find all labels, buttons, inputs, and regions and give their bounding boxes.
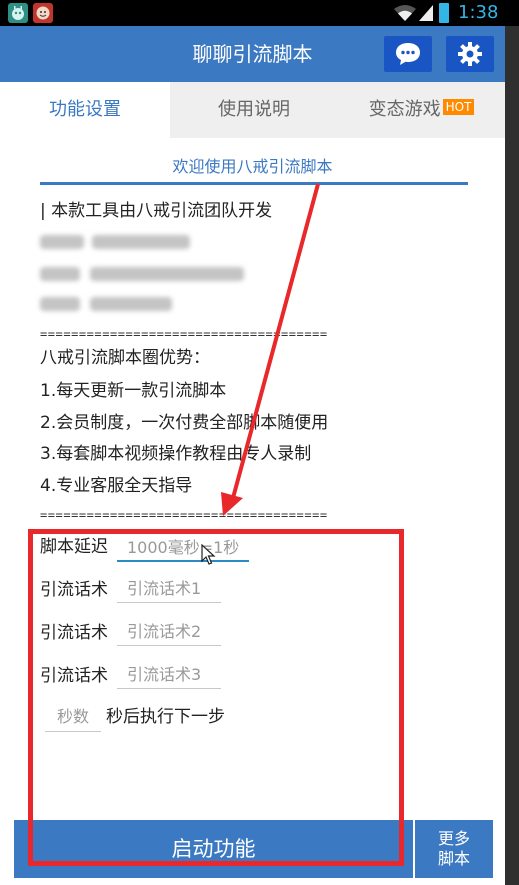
perks-title: 八戒引流脚本圈优势：	[40, 348, 210, 368]
tab-instructions[interactable]: 使用说明	[170, 82, 338, 138]
android-robot-icon	[8, 3, 28, 23]
more-scripts-button[interactable]: 更多脚本	[415, 820, 493, 878]
perk-item: 2.会员制度，一次付费全部脚本随便用	[40, 413, 329, 433]
credit-line: | 本款工具由八戒引流团队开发	[40, 201, 273, 221]
perk-item: 3.每套脚本视频操作教程由专人录制	[40, 444, 312, 464]
more-scripts-label: 更多脚本	[437, 829, 470, 868]
tab-games-label: 变态游戏	[368, 99, 441, 120]
title-bar: 聊聊引流脚本	[0, 26, 505, 82]
signal-icon	[419, 5, 433, 21]
screen-edge	[505, 26, 519, 885]
tab-games[interactable]: 变态游戏 HOT	[338, 82, 505, 138]
battery-icon	[439, 3, 449, 23]
divider-line: =====================================	[40, 508, 328, 522]
divider-line: =====================================	[40, 327, 328, 341]
gear-icon	[458, 42, 482, 66]
perk-item: 1.每天更新一款引流脚本	[40, 381, 227, 401]
tab-bar: 功能设置 使用说明 变态游戏 HOT	[0, 82, 505, 138]
settings-button[interactable]	[446, 36, 494, 72]
chat-button[interactable]	[384, 36, 432, 72]
highlight-box	[28, 529, 404, 866]
perk-item: 4.专业客服全天指导	[40, 476, 193, 496]
welcome-banner: 欢迎使用八戒引流脚本	[172, 157, 333, 176]
clock: 1:38	[458, 2, 499, 23]
tab-function-settings[interactable]: 功能设置	[0, 82, 170, 138]
app-window: 聊聊引流脚本 功能设置 使用说明 变态游戏 HOT 欢迎使用八戒引流脚本 | 本…	[0, 26, 505, 885]
hot-badge: HOT	[442, 99, 475, 115]
status-bar: 1:38	[0, 0, 519, 26]
welcome-underline	[40, 182, 468, 185]
red-app-icon	[33, 3, 53, 23]
chat-bubble-icon	[396, 43, 420, 65]
wifi-icon	[394, 5, 416, 21]
